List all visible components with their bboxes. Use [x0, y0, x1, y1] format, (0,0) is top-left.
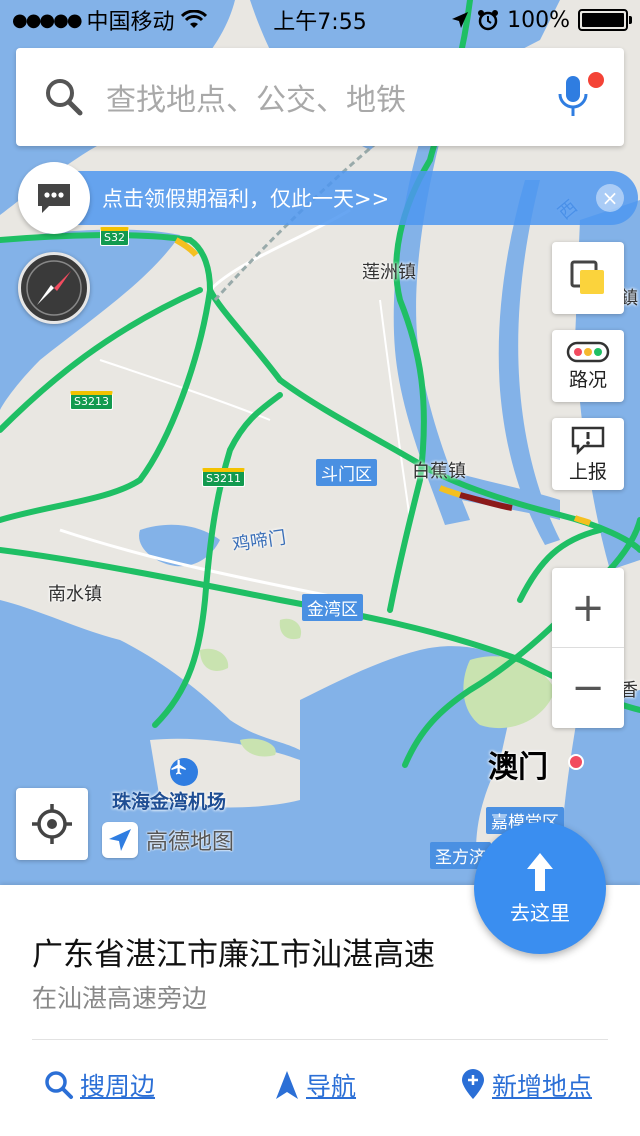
amap-logo-text: 高德地图 [146, 830, 235, 855]
arrow-up-icon [527, 852, 553, 891]
battery-percent: 100% [507, 7, 570, 33]
search-bar[interactable]: 查找地点、公交、地铁 [16, 48, 624, 146]
close-icon[interactable]: × [596, 184, 624, 212]
layers-icon [570, 260, 604, 294]
label-baijiao: 白蕉镇 [412, 461, 466, 482]
divider [32, 1039, 608, 1040]
map-pin-plus-icon [462, 1069, 484, 1099]
status-bar: ●●●●● 中国移动 上午7:55 100% [0, 0, 640, 40]
zoom-in-button[interactable]: + [552, 568, 624, 648]
location-arrow-icon [452, 12, 469, 28]
traffic-light-icon [566, 341, 610, 362]
shield-s3213: S3213 [70, 391, 113, 410]
label-nanshui: 南水镇 [48, 584, 102, 605]
navigation-arrow-icon [276, 1071, 298, 1099]
zoom-out-button[interactable]: − [552, 648, 624, 728]
amap-logo-icon [102, 822, 138, 858]
zoom-control[interactable]: + − [552, 568, 624, 728]
place-subtitle: 在汕湛高速旁边 [32, 984, 208, 1013]
layers-button[interactable] [552, 242, 624, 314]
compass-button[interactable] [18, 252, 90, 324]
notification-dot [588, 72, 604, 88]
locate-me-button[interactable] [16, 788, 88, 860]
battery-icon [578, 9, 632, 31]
action-bar: 搜周边 导航 新增地点 [0, 1067, 640, 1111]
report-icon [571, 426, 605, 455]
airport-icon[interactable] [170, 758, 198, 786]
promo-banner[interactable]: 点击领假期福利，仅此一天>> × [70, 171, 638, 225]
search-nearby-label[interactable]: 搜周边 [80, 1067, 155, 1103]
traffic-button[interactable]: 路况 [552, 330, 624, 402]
search-input[interactable]: 查找地点、公交、地铁 [106, 75, 556, 119]
report-label: 上报 [568, 460, 607, 483]
navigate-label[interactable]: 导航 [306, 1067, 356, 1103]
district-jinwan[interactable]: 金湾区 [302, 594, 363, 621]
carrier-name: 中国移动 [86, 10, 175, 35]
go-here-label[interactable]: 去这里 [510, 897, 570, 926]
add-place-label[interactable]: 新增地点 [492, 1067, 592, 1103]
search-icon [46, 79, 83, 116]
wifi-icon [180, 10, 207, 28]
label-lianzhou: 莲洲镇 [362, 262, 416, 283]
report-button[interactable]: 上报 [552, 418, 624, 490]
messages-button[interactable] [18, 162, 90, 234]
promo-notice[interactable]: 点击领假期福利，仅此一天>> × [18, 162, 638, 234]
district-doumen[interactable]: 斗门区 [316, 459, 377, 486]
add-place-button[interactable]: 新增地点 [460, 1067, 592, 1103]
compass-icon [26, 260, 82, 316]
search-nearby-button[interactable]: 搜周边 [44, 1067, 155, 1103]
crosshair-icon [32, 804, 72, 844]
voice-search-button[interactable] [556, 72, 604, 122]
amap-logo: 高德地图 [102, 822, 234, 858]
go-here-button[interactable]: 去这里 [474, 822, 606, 954]
place-title: 广东省湛江市廉江市汕湛高速 [32, 937, 435, 973]
navigate-button[interactable]: 导航 [274, 1067, 356, 1103]
message-icon [38, 184, 70, 213]
shield-s3211: S3211 [202, 468, 245, 487]
label-macau: 澳门 [488, 750, 548, 785]
microphone-icon [558, 76, 588, 116]
promo-text[interactable]: 点击领假期福利，仅此一天>> [102, 183, 389, 213]
search-icon [45, 1071, 73, 1099]
label-airport[interactable]: 珠海金湾机场 [112, 787, 226, 814]
alarm-icon [478, 10, 499, 31]
traffic-label: 路况 [568, 368, 607, 391]
signal-indicator: ●●●●● [12, 9, 83, 31]
